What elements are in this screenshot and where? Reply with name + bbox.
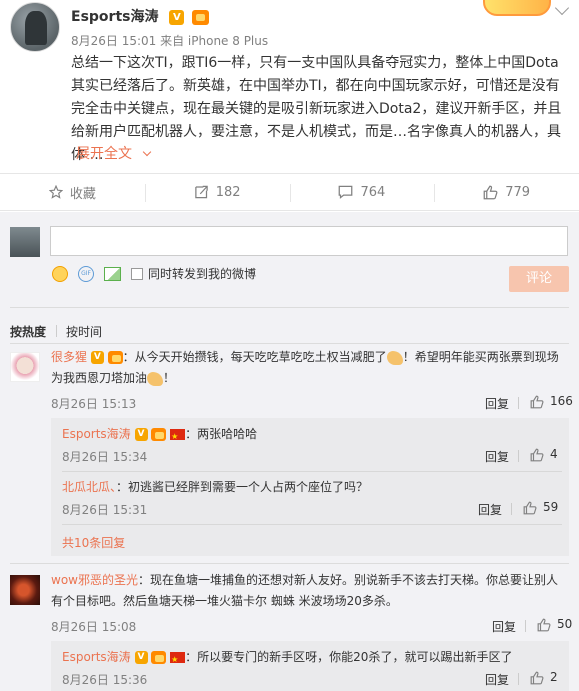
post-meta: 8月26日 15:01 来自 iPhone 8 Plus <box>71 34 269 48</box>
reply-text: ：所以要专门的新手区呀，你能20杀了，就可以踢出新手区了 <box>185 650 513 664</box>
divider <box>62 471 562 472</box>
reply-like-count: 59 <box>543 500 559 514</box>
reply-like-count: 4 <box>550 447 558 461</box>
reply-body: Esports海涛 V ：两张哈哈哈 <box>62 424 562 447</box>
comment-body: 很多猩 V ：从今天开始攒钱，每天吃吃草吃吃土权当减肥了 ！希望明年能买两张票到现… <box>51 347 569 389</box>
thumbs-up-icon <box>530 448 544 461</box>
reply-time: 8月26日 15:34 <box>62 450 148 464</box>
separator <box>518 450 519 462</box>
thumbs-up-icon <box>483 185 498 199</box>
comment-count: 764 <box>360 184 386 200</box>
comment-icon <box>339 185 353 199</box>
chevron-down-icon[interactable] <box>554 0 570 16</box>
comment-like-count: 166 <box>550 394 573 408</box>
verified-icon: V <box>134 428 148 441</box>
flex-emoji-icon <box>147 371 164 386</box>
comment-time: 8月26日 15:13 <box>51 397 137 411</box>
comment-avatar[interactable] <box>10 352 40 382</box>
image-icon[interactable] <box>104 266 121 281</box>
china-flag-icon <box>170 426 186 447</box>
reply-author[interactable]: Esports海涛 <box>62 650 131 664</box>
expand-full-text-link[interactable]: 展开全文 <box>76 143 152 163</box>
thumbs-up-icon <box>537 618 551 631</box>
repost-checkbox[interactable] <box>131 267 143 280</box>
reply-like-button[interactable]: 59 <box>523 500 558 515</box>
comment-text: ：从今天开始攒钱，每天吃吃草吃吃土权当减肥了 <box>122 350 387 364</box>
comment-input[interactable] <box>50 226 568 256</box>
event-sticker <box>483 0 551 16</box>
reply-button[interactable]: 回复 <box>485 395 509 412</box>
like-button[interactable]: 779 <box>434 174 579 210</box>
reply-author[interactable]: 北瓜北瓜、 <box>62 480 116 494</box>
reply-time: 8月26日 15:31 <box>62 503 148 517</box>
like-count: 779 <box>505 184 531 200</box>
reply-button[interactable]: 回复 <box>485 448 509 465</box>
separator <box>525 620 526 632</box>
separator <box>518 673 519 685</box>
reply-like-button[interactable]: 2 <box>530 670 558 685</box>
reply-button[interactable]: 回复 <box>485 671 509 688</box>
divider <box>62 524 562 525</box>
reply-body: Esports海涛 V ：所以要专门的新手区呀，你能20杀了，就可以踢出新手区了 <box>62 647 562 670</box>
reply-author[interactable]: Esports海涛 <box>62 427 131 441</box>
composer-toolbar: GIF 同时转发到我的微博 <box>52 265 256 282</box>
thumbs-up-icon <box>523 501 537 514</box>
repost-count: 182 <box>215 184 241 200</box>
vip-icon <box>107 351 123 364</box>
verified-icon: V <box>90 351 104 364</box>
reply-like-button[interactable]: 4 <box>530 447 558 462</box>
author-avatar[interactable] <box>10 2 60 52</box>
comment-time: 8月26日 15:08 <box>51 620 137 634</box>
more-replies-link[interactable]: 共10条回复 <box>62 534 125 551</box>
sort-by-hot-tab[interactable]: 按热度 <box>10 323 46 340</box>
comment-text-end: ！ <box>163 371 176 385</box>
comment-like-count: 50 <box>557 617 573 631</box>
separator <box>518 397 519 409</box>
vip-icon <box>151 428 167 441</box>
comment-body: wow邪恶的圣光：现在鱼塘一堆捕鱼的还想对新人友好。别说新手不该去打天梯。你总要… <box>51 570 569 612</box>
gif-icon[interactable]: GIF <box>78 265 94 282</box>
comment-like-button[interactable]: 50 <box>537 617 572 632</box>
repost-checkbox-label: 同时转发到我的微博 <box>148 267 257 281</box>
vip-icon <box>192 9 210 25</box>
comment-author[interactable]: 很多猩 <box>51 350 87 364</box>
separator <box>511 503 512 515</box>
reply-button[interactable]: 回复 <box>492 618 516 635</box>
divider <box>10 563 569 564</box>
verified-icon: V <box>134 651 148 664</box>
post-author[interactable]: Esports海涛 V <box>71 6 210 26</box>
chevron-down-icon <box>143 147 152 156</box>
repost-button[interactable]: 182 <box>144 174 290 210</box>
reply-button[interactable]: 回复 <box>478 501 502 518</box>
reply-text: ：两张哈哈哈 <box>185 427 258 441</box>
comment-button[interactable]: 764 <box>289 174 435 210</box>
reply-like-count: 2 <box>550 670 558 684</box>
sort-by-time-tab[interactable]: 按时间 <box>66 323 102 340</box>
flex-emoji-icon <box>386 350 403 365</box>
expand-label: 展开全文 <box>76 146 132 162</box>
comment-avatar[interactable] <box>10 575 40 605</box>
reply-time: 8月26日 15:36 <box>62 673 148 687</box>
comment-author[interactable]: wow邪恶的圣光 <box>51 573 138 587</box>
thumbs-up-icon <box>530 395 544 408</box>
vip-icon <box>151 651 167 664</box>
favorite-label: 收藏 <box>69 186 96 202</box>
reply-text: ：初逃酱已经胖到需要一个人占两个座位了吗？ <box>116 480 369 494</box>
china-flag-icon <box>170 649 186 670</box>
reply-body: 北瓜北瓜、：初逃酱已经胖到需要一个人占两个座位了吗？ <box>62 477 562 498</box>
post-action-bar: 收藏 182 764 779 <box>0 173 579 211</box>
verified-icon: V <box>169 9 185 25</box>
star-icon <box>48 185 63 199</box>
divider <box>10 307 569 308</box>
emoji-icon[interactable] <box>52 265 68 282</box>
author-name[interactable]: Esports海涛 <box>71 9 158 25</box>
my-avatar[interactable] <box>10 227 40 257</box>
sort-separator <box>56 325 57 337</box>
repost-icon <box>194 185 208 199</box>
divider <box>10 343 569 344</box>
comment-like-button[interactable]: 166 <box>530 394 573 409</box>
favorite-button[interactable]: 收藏 <box>0 174 145 210</box>
submit-comment-button[interactable]: 评论 <box>509 266 569 292</box>
thumbs-up-icon <box>530 671 544 684</box>
